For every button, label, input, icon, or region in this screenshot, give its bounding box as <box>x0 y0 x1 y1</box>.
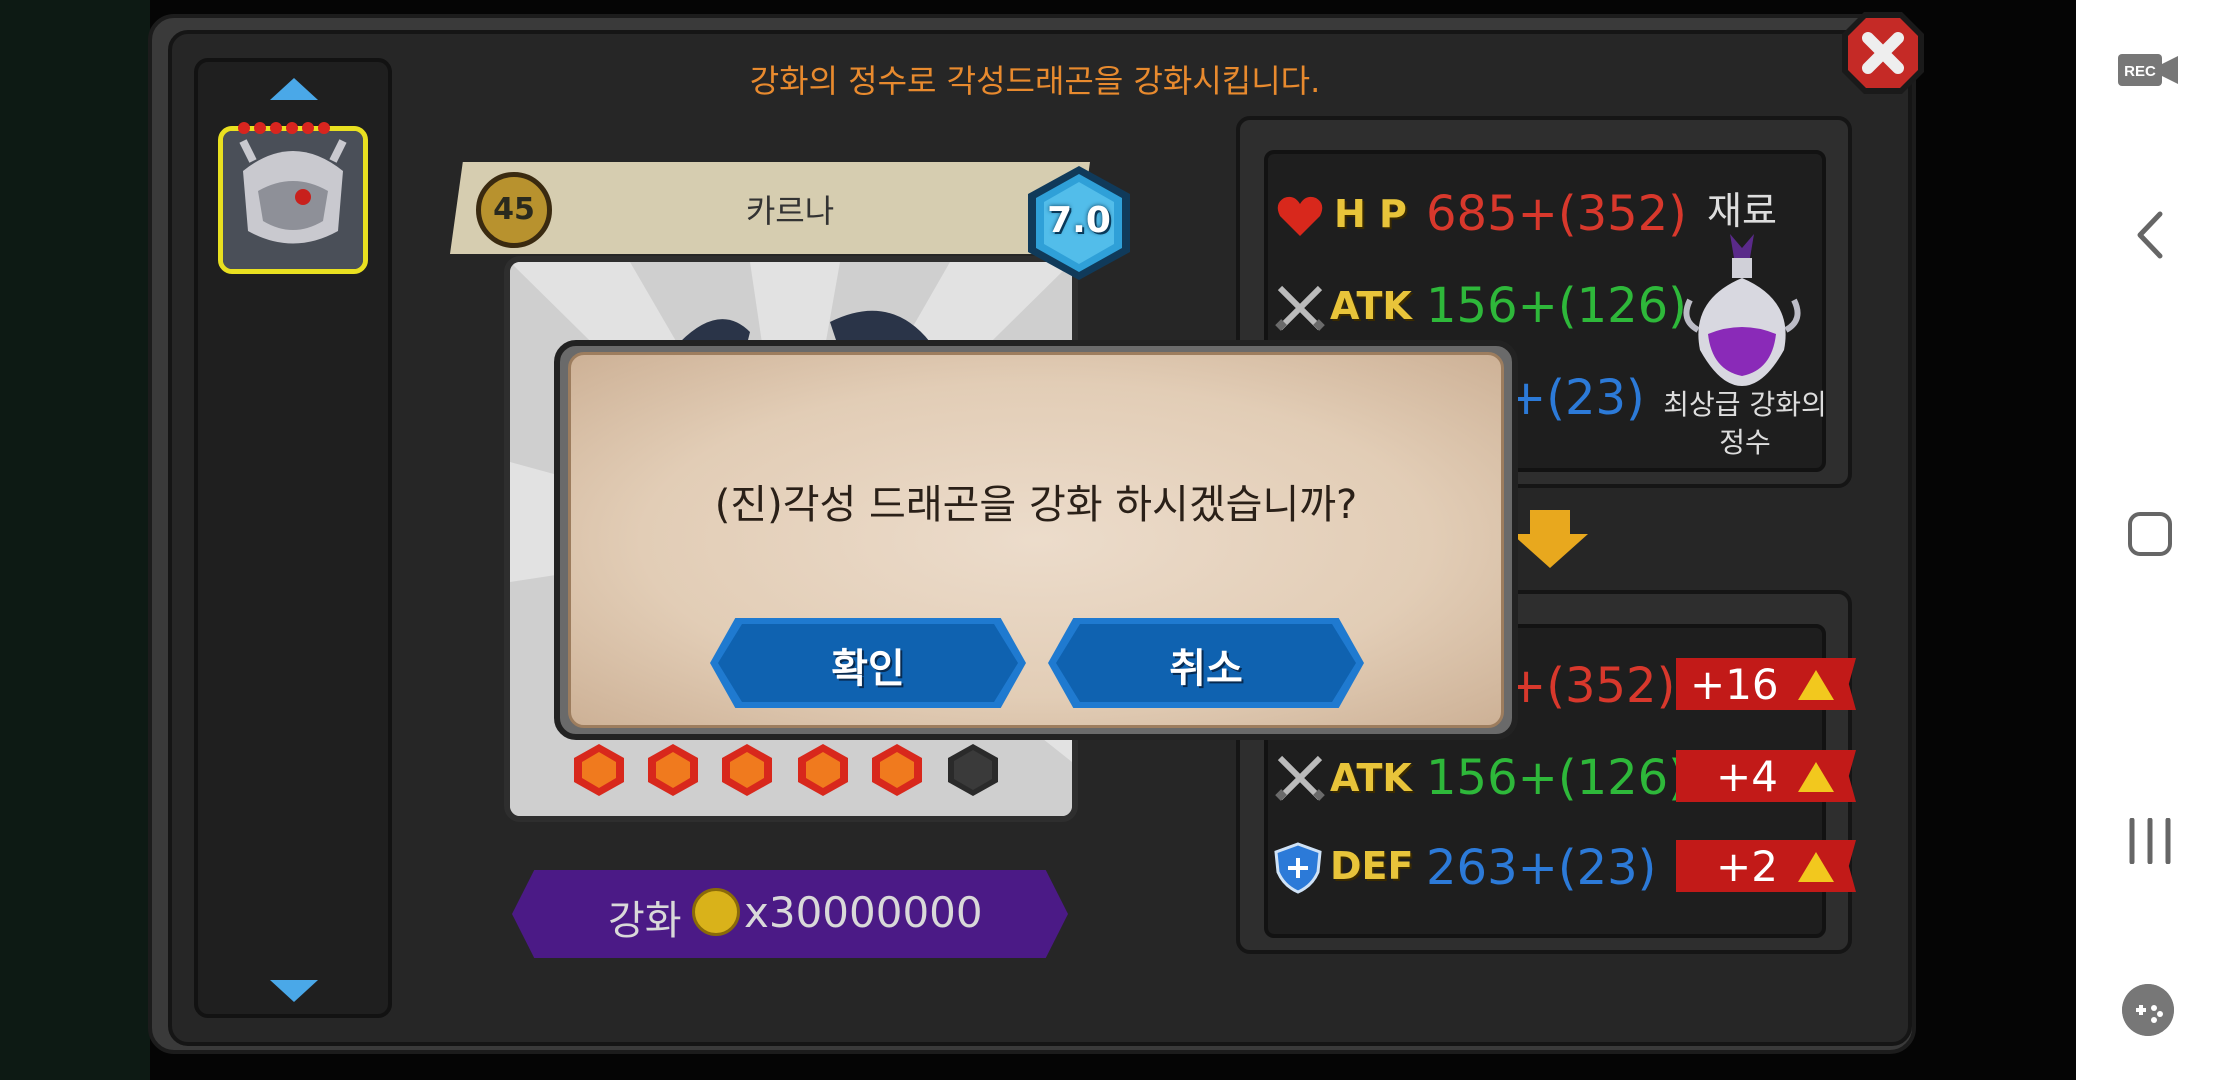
next-stat-name-def: DEF <box>1330 844 1414 888</box>
scroll-down-arrow-icon[interactable] <box>270 980 318 1002</box>
bonus-value-def: +2 <box>1716 842 1778 891</box>
filled-star-gem-icon <box>798 744 848 796</box>
essence-potion-icon <box>1683 234 1801 386</box>
up-arrow-icon <box>1798 762 1834 792</box>
recent-apps-icon[interactable] <box>2126 818 2174 864</box>
crossed-swords-icon <box>1275 755 1325 801</box>
next-stat-value-def: 263+(23) <box>1426 840 1657 896</box>
screen-record-icon[interactable]: REC <box>2118 52 2178 88</box>
star-icon <box>254 122 266 134</box>
game-tools-icon[interactable] <box>2122 984 2174 1036</box>
confirm-message: (진)각성 드래곤을 강화 하시겠습니까? <box>714 482 1358 528</box>
star-icon <box>238 122 250 134</box>
enhance-cost: x30000000 <box>744 888 983 937</box>
material-name: 최상급 강화의 정수 <box>1663 388 1827 459</box>
filled-star-gem-icon <box>574 744 624 796</box>
bonus-value-atk: +4 <box>1716 752 1778 801</box>
up-arrow-icon <box>1798 670 1834 700</box>
star-icon <box>302 122 314 134</box>
stat-value-def: +(23) <box>1506 370 1645 426</box>
stat-name-hp: H P <box>1334 192 1407 236</box>
dragon-thumbnail[interactable] <box>218 126 368 274</box>
filled-star-gem-icon <box>722 744 772 796</box>
stat-name-atk: ATK <box>1330 284 1412 328</box>
next-stat-value-atk: 156+(126) <box>1426 750 1687 806</box>
close-icon[interactable] <box>1838 8 1928 98</box>
star-icon <box>270 122 282 134</box>
shield-icon <box>1274 842 1322 894</box>
filled-star-gem-icon <box>872 744 922 796</box>
star-icon <box>318 122 330 134</box>
empty-star-gem-icon <box>948 744 998 796</box>
home-icon[interactable] <box>2128 512 2172 556</box>
stat-value-atk: 156+(126) <box>1426 278 1687 334</box>
scroll-up-arrow-icon[interactable] <box>270 78 318 100</box>
back-icon[interactable] <box>2130 210 2170 260</box>
down-arrow-icon <box>1512 510 1588 568</box>
up-arrow-icon <box>1798 852 1834 882</box>
gold-coin-icon <box>692 888 740 936</box>
cancel-button[interactable]: 취소 <box>1048 618 1364 708</box>
grade-value: 7.0 <box>1047 200 1111 241</box>
instruction-text: 강화의 정수로 각성드래곤을 강화시킵니다. <box>749 62 1321 100</box>
level-badge: 45 <box>476 172 552 248</box>
confirm-button[interactable]: 확인 <box>710 618 1026 708</box>
crossed-swords-icon <box>1275 285 1325 331</box>
heart-icon <box>1277 196 1323 236</box>
star-icon <box>286 122 298 134</box>
bonus-value-hp: +16 <box>1690 660 1779 709</box>
next-stat-value-hp: +(352) <box>1506 658 1676 714</box>
background <box>0 0 150 1080</box>
dragon-name: 카르나 <box>745 192 835 230</box>
game-screen: 강화의 정수로 각성드래곤을 강화시킵니다. 45 카르나 7.0 강화 x30… <box>0 0 2076 1080</box>
next-stat-name-atk: ATK <box>1330 756 1412 800</box>
cancel-button-label: 취소 <box>1169 646 1243 692</box>
rec-label: REC <box>2124 63 2156 80</box>
confirm-button-label: 확인 <box>831 646 905 692</box>
material-title: 재료 <box>1707 189 1777 233</box>
enhance-label: 강화 <box>608 898 682 944</box>
filled-star-gem-icon <box>648 744 698 796</box>
dragon-portrait-icon <box>223 131 363 269</box>
stat-value-hp: 685+(352) <box>1426 186 1687 242</box>
